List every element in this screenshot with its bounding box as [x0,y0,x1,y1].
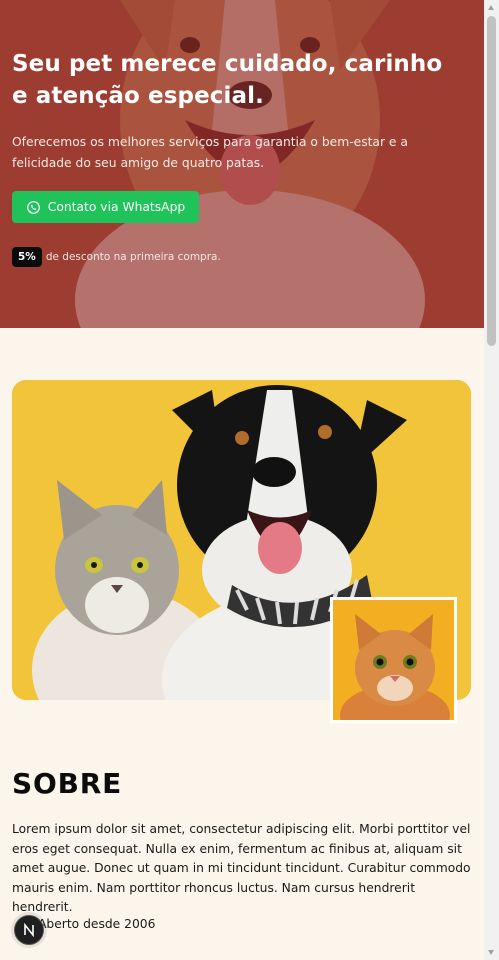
discount-text: de desconto na primeira compra. [45,251,221,263]
whatsapp-button-label: Contato via WhatsApp [47,200,186,214]
orange-cat-photo [330,597,457,723]
floating-n-button[interactable] [14,915,44,945]
discount-badge: 5% [12,247,42,267]
about-title: SOBRE [12,767,122,800]
whatsapp-icon [26,200,40,214]
opening-year-text: Aberto desde 2006 [38,917,156,931]
scroll-up-arrow-icon[interactable] [488,5,494,10]
scrollbar-thumb[interactable] [487,16,496,346]
hero-section: Seu pet merece cuidado, carinho e atençã… [0,0,484,328]
scroll-down-arrow-icon[interactable] [488,950,494,955]
discount-info: 5% de desconto na primeira compra. [12,247,221,267]
landing-page: Seu pet merece cuidado, carinho e atençã… [0,0,484,960]
vertical-scrollbar[interactable] [484,0,499,960]
whatsapp-contact-button[interactable]: Contato via WhatsApp [12,191,199,223]
hero-description: Oferecemos os melhores serviços para gar… [12,135,408,170]
about-text: Lorem ipsum dolor sit amet, consectetur … [12,822,471,914]
n-logo-icon [24,923,34,937]
hero-title: Seu pet merece cuidado, carinho e atençã… [12,51,443,109]
